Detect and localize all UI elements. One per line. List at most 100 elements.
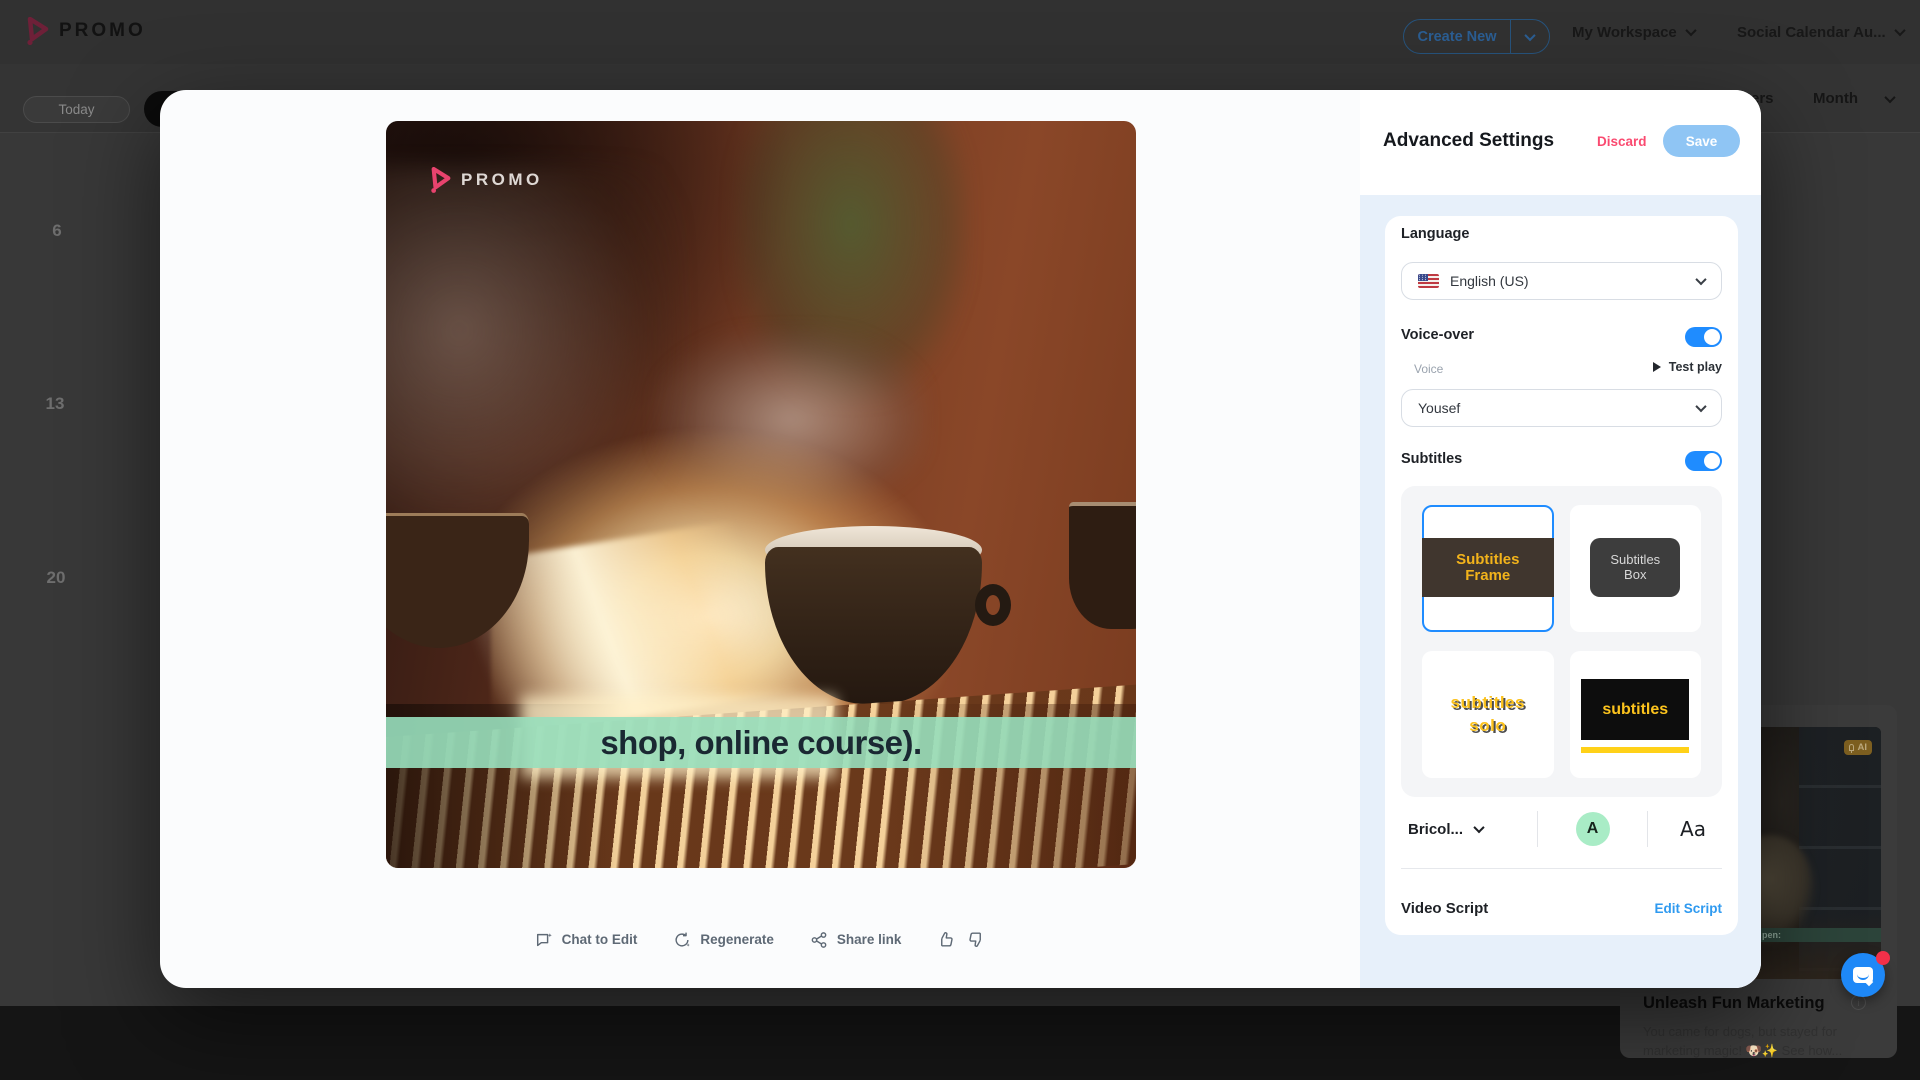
project-label: Social Calendar Au... [1737, 24, 1886, 41]
promo-watermark-icon [430, 167, 452, 193]
voice-select[interactable]: Yousef [1401, 389, 1722, 427]
app-screen: PROMO Create New My Workspace Social Cal… [0, 0, 1920, 1080]
panel-body: Language English (US) Voice-over Voice T… [1360, 195, 1761, 988]
top-navbar: PROMO Create New My Workspace Social Cal… [0, 0, 1920, 64]
promo-logo-text: PROMO [59, 20, 146, 42]
chevron-down-icon [1473, 822, 1484, 833]
my-workspace-menu[interactable]: My Workspace [1572, 0, 1695, 64]
panel-header: Advanced Settings Discard Save [1360, 90, 1761, 195]
voiceover-label: Voice-over [1401, 327, 1474, 343]
thumbs-down-icon[interactable] [966, 930, 985, 949]
month-view-dropdown[interactable]: Month [1813, 64, 1894, 133]
chevron-down-icon [1685, 25, 1696, 36]
chevron-down-icon [1695, 274, 1706, 285]
save-button[interactable]: Save [1663, 125, 1740, 157]
block-style-preview: subtitles [1581, 679, 1689, 740]
font-color-letter: A [1587, 820, 1599, 838]
video-cup-handle [975, 584, 1011, 626]
today-button[interactable]: Today [23, 96, 130, 123]
box-style-label: Subtitles Box [1610, 553, 1660, 583]
subtitle-style-solo[interactable]: subtitles solo [1422, 651, 1554, 778]
subtitle-style-picker: Subtitles Frame Subtitles Box subtitles … [1401, 486, 1722, 797]
regenerate-label: Regenerate [700, 932, 774, 947]
font-size-icon: Aa [1680, 817, 1706, 841]
video-player[interactable]: shop, online course). PROMO [386, 121, 1136, 868]
subtitle-style-frame[interactable]: Subtitles Frame [1422, 505, 1554, 632]
voice-value: Yousef [1418, 400, 1460, 416]
subtitle-text: shop, online course). [600, 724, 921, 762]
calendar-date[interactable]: 20 [47, 568, 66, 588]
mic-icon [1849, 744, 1854, 751]
chevron-down-icon [1695, 401, 1706, 412]
frame-style-preview: Subtitles Frame [1422, 538, 1554, 597]
block-style-label: subtitles [1602, 701, 1668, 719]
today-label: Today [58, 102, 94, 117]
my-workspace-label: My Workspace [1572, 24, 1677, 41]
video-actions-row: Chat to Edit Regenerate Share link [160, 930, 1360, 949]
video-script-label: Video Script [1401, 900, 1488, 917]
subtitles-label: Subtitles [1401, 451, 1462, 467]
discard-button[interactable]: Discard [1597, 134, 1647, 149]
language-label: Language [1401, 226, 1469, 242]
ai-badge: AI [1844, 740, 1873, 755]
share-icon [810, 931, 828, 949]
solo-style-preview: subtitles solo [1422, 651, 1554, 778]
post-body-text: You came for dogs, but stayed for market… [1643, 1023, 1858, 1061]
edit-script-link[interactable]: Edit Script [1654, 901, 1722, 916]
calendar-date[interactable]: 6 [52, 221, 61, 241]
font-family-label: Bricol... [1408, 821, 1463, 838]
share-link-button[interactable]: Share link [810, 931, 902, 949]
font-family-dropdown[interactable]: Bricol... [1385, 811, 1537, 847]
language-value: English (US) [1450, 273, 1529, 289]
calendar-date[interactable]: 13 [46, 394, 65, 414]
promo-logo[interactable]: PROMO [26, 17, 146, 45]
share-link-label: Share link [837, 932, 902, 947]
ai-badge-label: AI [1858, 742, 1868, 753]
thumbs-up-icon[interactable] [937, 930, 956, 949]
thumbnail-caption-partial: pen: [1762, 930, 1781, 940]
subtitle-style-box[interactable]: Subtitles Box [1570, 505, 1702, 632]
regenerate-icon [673, 931, 691, 949]
frame-style-label: Subtitles Frame [1456, 552, 1519, 584]
video-preview-modal: shop, online course). PROMO Chat [160, 90, 1761, 988]
play-icon [1653, 362, 1661, 372]
chat-notification-dot [1876, 951, 1890, 965]
chat-to-edit-label: Chat to Edit [562, 932, 638, 947]
font-size-button[interactable]: Aa [1648, 811, 1738, 847]
create-new-label: Create New [1404, 29, 1510, 45]
chevron-down-icon[interactable] [1511, 33, 1549, 41]
create-new-button[interactable]: Create New [1403, 19, 1550, 54]
us-flag-icon [1418, 274, 1439, 288]
voiceover-toggle[interactable] [1685, 327, 1722, 347]
test-play-button[interactable]: Test play [1653, 360, 1722, 374]
promo-logo-icon [26, 17, 50, 45]
project-menu[interactable]: Social Calendar Au... [1737, 0, 1904, 64]
solo-style-label: subtitles solo [1451, 692, 1525, 736]
subtitle-style-block[interactable]: subtitles [1570, 651, 1702, 778]
regenerate-button[interactable]: Regenerate [673, 931, 774, 949]
voice-label: Voice [1414, 362, 1443, 376]
promo-watermark-text: PROMO [461, 170, 543, 190]
subtitles-toggle[interactable] [1685, 451, 1722, 471]
month-view-label: Month [1813, 90, 1858, 107]
advanced-settings-panel: Advanced Settings Discard Save Language … [1360, 90, 1761, 988]
chevron-down-icon [1894, 25, 1905, 36]
subtitle-band: shop, online course). [386, 717, 1136, 768]
font-color-swatch: A [1576, 812, 1610, 846]
block-style-underline [1581, 747, 1689, 753]
info-icon[interactable]: i [1851, 995, 1866, 1010]
post-title: Unleash Fun Marketing [1643, 994, 1853, 1013]
chat-to-edit-button[interactable]: Chat to Edit [535, 931, 638, 949]
font-color-picker[interactable]: A [1537, 811, 1648, 847]
video-watermark: PROMO [430, 167, 543, 193]
chevron-down-icon [1884, 91, 1895, 102]
language-select[interactable]: English (US) [1401, 262, 1722, 300]
panel-title: Advanced Settings [1383, 130, 1554, 152]
divider [1401, 868, 1722, 869]
feedback-buttons [937, 930, 985, 949]
chat-bubble-icon [1853, 967, 1873, 983]
video-script-row: Video Script Edit Script [1385, 882, 1738, 935]
box-style-preview: Subtitles Box [1590, 538, 1680, 597]
settings-card: Language English (US) Voice-over Voice T… [1385, 216, 1738, 935]
video-cup-right [1069, 502, 1137, 629]
